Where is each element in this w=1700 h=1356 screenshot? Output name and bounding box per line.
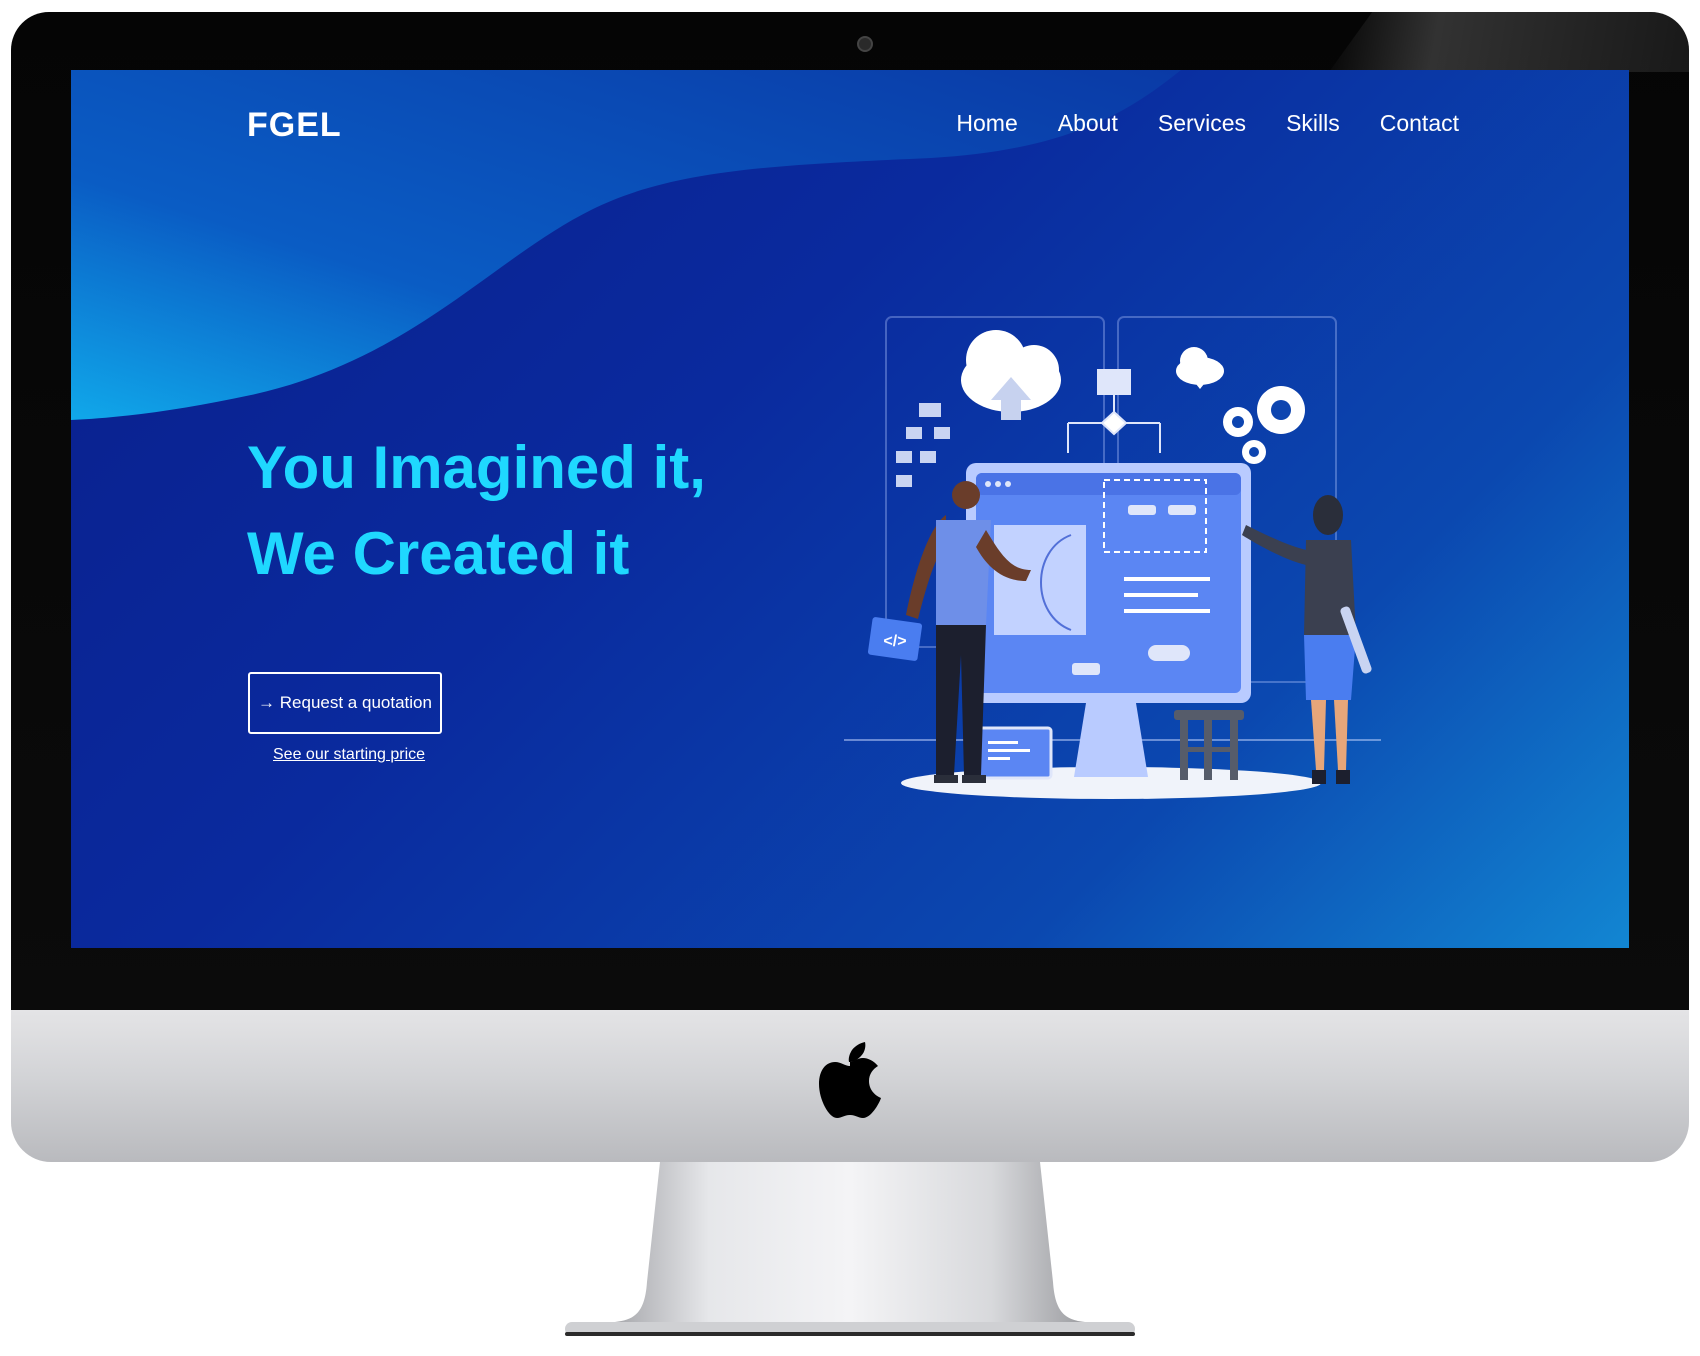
flowchart-icon — [1067, 369, 1161, 453]
nav-skills[interactable]: Skills — [1286, 110, 1340, 137]
webcam-icon — [857, 36, 873, 52]
bezel-glare — [1329, 12, 1689, 72]
gears-icon — [1223, 386, 1305, 464]
main-nav: Home About Services Skills Contact — [956, 110, 1459, 137]
hero-illustration: </> — [844, 316, 1381, 799]
request-quotation-button[interactable]: → Request a quotation — [248, 672, 442, 734]
laptop-icon — [977, 726, 1053, 780]
nav-about[interactable]: About — [1058, 110, 1118, 137]
starting-price-link[interactable]: See our starting price — [273, 746, 425, 764]
nav-contact[interactable]: Contact — [1380, 110, 1459, 137]
cloud-download-icon — [1176, 347, 1224, 389]
cloud-upload-icon — [961, 330, 1061, 420]
monitor-stand — [565, 1162, 1135, 1336]
org-chart-icon — [896, 403, 950, 487]
code-badge-icon: </> — [867, 617, 923, 661]
code-badge-label: </> — [883, 633, 906, 650]
apple-logo-icon — [819, 1042, 881, 1118]
brand-logo[interactable]: FGEL — [247, 106, 342, 145]
hero-headline-line1: You Imagined it, — [247, 434, 706, 501]
stool-icon — [1174, 710, 1244, 780]
nav-home[interactable]: Home — [956, 110, 1017, 137]
website-screen: FGEL Home About Services Skills Contact … — [71, 70, 1629, 948]
hero-headline-line2: We Created it — [247, 520, 630, 587]
nav-services[interactable]: Services — [1158, 110, 1246, 137]
hero-headline: You Imagined it, We Created it — [247, 425, 706, 597]
